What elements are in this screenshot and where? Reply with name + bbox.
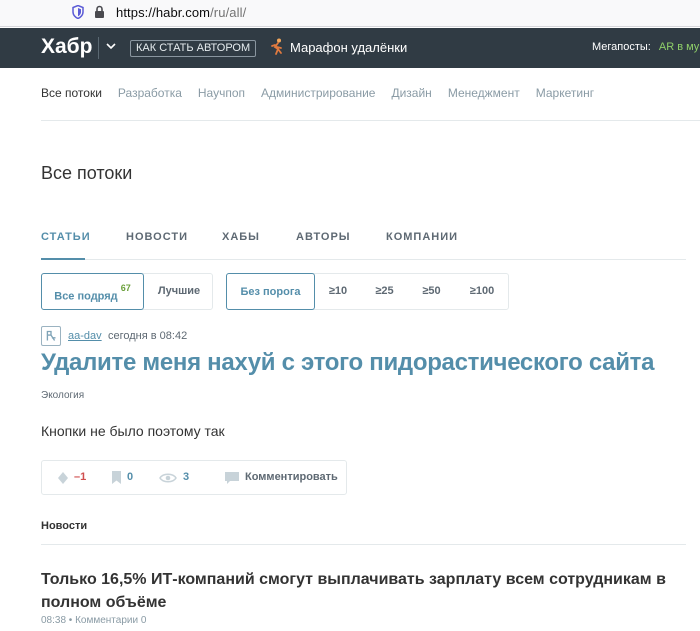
bookmarks-count: 0: [127, 471, 134, 483]
tab-hubs[interactable]: ХАБЫ: [222, 231, 260, 243]
how-to-become-author-button[interactable]: КАК СТАТЬ АВТОРОМ: [130, 40, 257, 57]
url-path: /ru/all/: [210, 5, 247, 20]
eye-icon: [159, 473, 177, 483]
threshold-none-button[interactable]: Без порога: [226, 273, 315, 310]
news-section-label: Новости: [41, 520, 88, 532]
nav-item-marketing[interactable]: Маркетинг: [536, 86, 594, 100]
post-time: сегодня в 08:42: [108, 330, 188, 342]
filter-all-button[interactable]: Все подряд 67: [41, 273, 144, 310]
tabs-divider: [41, 259, 686, 260]
flows-nav: Все потоки Разработка Научпоп Администри…: [41, 86, 610, 100]
nav-item-popsci[interactable]: Научпоп: [198, 86, 245, 100]
post-hub-link[interactable]: Экология: [41, 390, 84, 401]
tab-companies[interactable]: КОМПАНИИ: [386, 231, 458, 243]
active-tab-indicator: [41, 258, 85, 260]
tab-authors[interactable]: АВТОРЫ: [296, 231, 351, 243]
url-host: https://habr.com: [116, 5, 211, 20]
post-body: Кнопки не было поэтому так: [41, 423, 225, 439]
runner-icon: [271, 38, 282, 55]
tab-articles[interactable]: СТАТЬИ: [41, 231, 91, 243]
threshold-filter-group: Без порога ≥10 ≥25 ≥50 ≥100: [226, 273, 509, 310]
author-avatar[interactable]: [41, 326, 61, 346]
rating-value: –1: [74, 471, 87, 483]
vote-icon[interactable]: [58, 472, 68, 484]
comment-icon[interactable]: [225, 472, 239, 485]
nav-item-all[interactable]: Все потоки: [41, 86, 102, 100]
news-divider: [41, 544, 686, 545]
post-stats-bar: –1 0 3 Комментировать: [41, 460, 347, 495]
filter-best-button[interactable]: Лучшие: [145, 273, 213, 310]
sort-filter-group: Все подряд 67 Лучшие: [41, 273, 213, 310]
chevron-down-icon[interactable]: [104, 39, 118, 53]
url-field[interactable]: https://habr.com/ru/all/: [116, 5, 246, 20]
post-author-link[interactable]: aa-dav: [68, 330, 102, 342]
logo-divider: [98, 37, 99, 59]
threshold-50-button[interactable]: ≥50: [408, 273, 455, 310]
views-count: 3: [183, 471, 190, 483]
megaposts-label: Мегапосты:: [592, 41, 651, 53]
megaposts-link[interactable]: AR в му: [659, 41, 699, 53]
post-title-link[interactable]: Удалите меня нахуй с этого пидорастическ…: [41, 349, 654, 377]
tab-news[interactable]: НОВОСТИ: [126, 231, 188, 243]
nav-item-management[interactable]: Менеджмент: [448, 86, 520, 100]
news-meta: 08:38 • Комментарии 0: [41, 615, 147, 626]
bookmark-icon[interactable]: [112, 471, 121, 484]
news-title-link[interactable]: Только 16,5% ИТ-компаний смогут выплачив…: [41, 568, 691, 614]
new-count-badge: 67: [120, 283, 131, 293]
nav-item-design[interactable]: Дизайн: [391, 86, 431, 100]
lock-icon[interactable]: [94, 5, 105, 19]
megaposts: Мегапосты: AR в му: [592, 41, 699, 53]
site-header: Хабр КАК СТАТЬ АВТОРОМ Марафон удалёнки …: [0, 28, 700, 68]
page-title: Все потоки: [41, 163, 133, 183]
comment-button[interactable]: Комментировать: [245, 471, 338, 483]
threshold-25-button[interactable]: ≥25: [361, 273, 408, 310]
habr-logo[interactable]: Хабр: [41, 35, 93, 59]
nav-item-development[interactable]: Разработка: [118, 86, 182, 100]
nav-divider: [41, 120, 700, 121]
filter-all-label: Все подряд: [54, 290, 118, 303]
marathon-link[interactable]: Марафон удалёнки: [290, 40, 407, 55]
tracking-shield-icon[interactable]: [72, 5, 84, 19]
nav-item-admin[interactable]: Администрирование: [261, 86, 375, 100]
threshold-100-button[interactable]: ≥100: [455, 273, 509, 310]
browser-address-bar[interactable]: https://habr.com/ru/all/: [0, 0, 700, 27]
threshold-10-button[interactable]: ≥10: [315, 273, 361, 310]
